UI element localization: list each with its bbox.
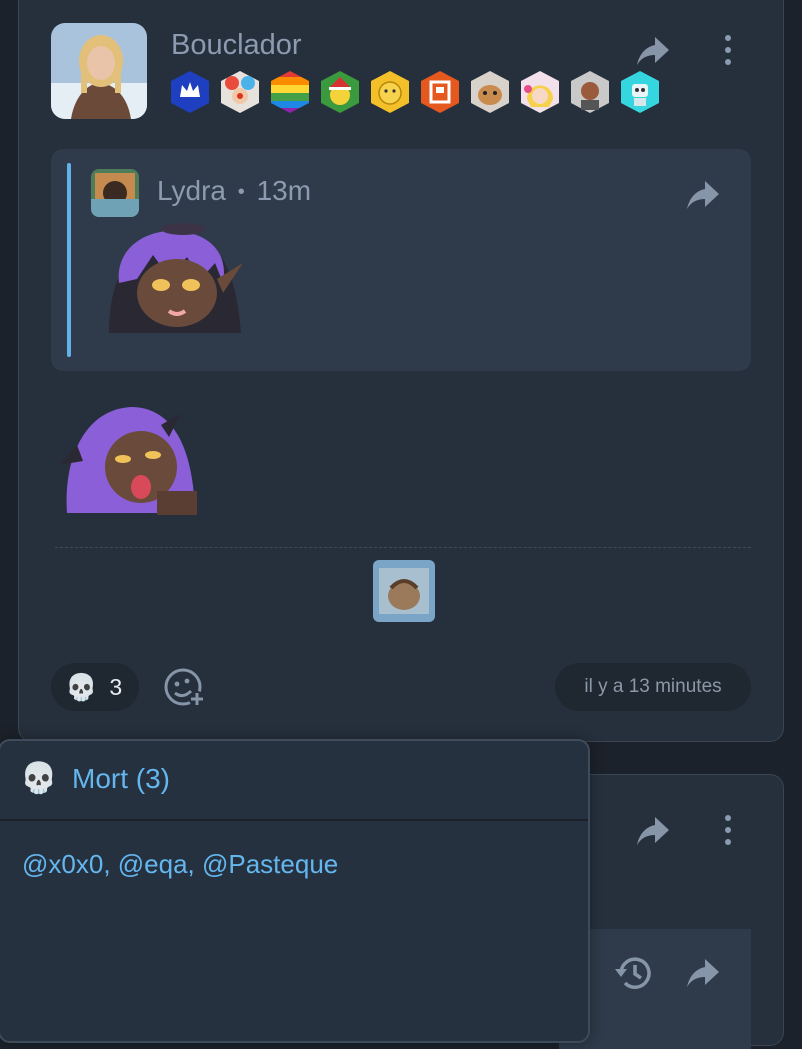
logo-badge-icon[interactable] <box>419 69 461 115</box>
separator-dot: • <box>237 181 245 204</box>
quote-header: Lydra • 13m <box>157 175 311 207</box>
quote-author-name[interactable]: Lydra <box>157 175 226 206</box>
reaction-chip[interactable]: 💀 3 <box>51 663 139 711</box>
post-card <box>558 774 784 1049</box>
popover-header: 💀 Mort (3) <box>0 741 588 821</box>
skull-icon: 💀 <box>65 671 98 702</box>
anime-girl-badge-icon[interactable] <box>519 69 561 115</box>
share-icon[interactable] <box>635 35 671 67</box>
content-divider <box>55 547 751 548</box>
author-name[interactable]: Bouclador <box>171 29 302 62</box>
reaction-user-list[interactable]: @x0x0, @eqa, @Pasteque <box>22 849 338 880</box>
add-reaction-icon[interactable] <box>163 665 207 709</box>
badge-list <box>169 69 661 115</box>
skull-icon: 💀 <box>20 762 58 795</box>
post-card: Bouclador Lydra • 13m 💀 3 il y a 13 minu… <box>18 0 784 742</box>
share-icon[interactable] <box>685 957 721 989</box>
share-icon[interactable] <box>685 179 721 211</box>
clown-badge-icon[interactable] <box>219 69 261 115</box>
quote-author-avatar[interactable] <box>91 169 139 217</box>
quote-time: 13m <box>256 175 312 206</box>
reaction-popover: 💀 Mort (3) @x0x0, @eqa, @Pasteque <box>0 739 590 1043</box>
author-avatar[interactable] <box>51 23 147 119</box>
popover-title: Mort (3) <box>72 763 170 794</box>
christmas-smiley-badge-icon[interactable] <box>319 69 361 115</box>
post-timestamp: il y a 13 minutes <box>555 663 751 711</box>
quoted-message[interactable]: Lydra • 13m <box>51 149 751 371</box>
portrait-badge-icon[interactable] <box>569 69 611 115</box>
crown-badge-icon[interactable] <box>169 69 211 115</box>
quote-accent-bar <box>67 163 71 357</box>
more-options-icon[interactable] <box>722 815 734 845</box>
anime-sticker-image <box>109 223 243 333</box>
share-icon[interactable] <box>635 815 671 847</box>
robot-badge-icon[interactable] <box>619 69 661 115</box>
reaction-count: 3 <box>109 673 123 700</box>
cat-badge-icon[interactable] <box>469 69 511 115</box>
face-badge-icon[interactable] <box>369 69 411 115</box>
anime-sticker-image <box>59 407 197 515</box>
history-icon[interactable] <box>611 955 651 991</box>
rainbow-badge-icon[interactable] <box>269 69 311 115</box>
more-options-icon[interactable] <box>722 35 734 65</box>
attachment-thumbnail[interactable] <box>373 560 435 622</box>
